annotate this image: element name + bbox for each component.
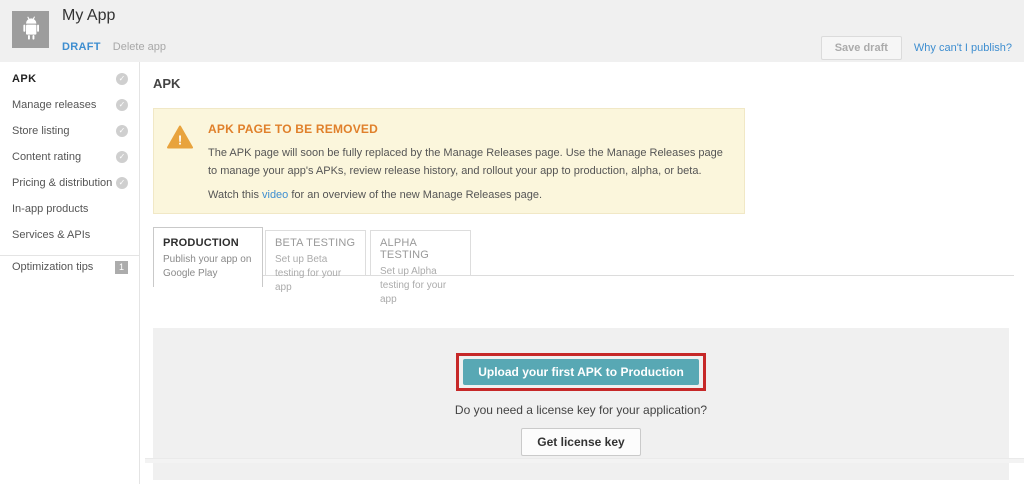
why-cant-i-publish-link[interactable]: Why can't I publish? (914, 42, 1012, 54)
sidebar-item-store-listing[interactable]: Store listing ✓ (0, 118, 139, 144)
draft-status-badge: DRAFT (62, 41, 101, 53)
android-app-icon (12, 11, 49, 48)
tab-production[interactable]: PRODUCTION Publish your app on Google Pl… (153, 227, 263, 287)
sidebar-item-in-app-products[interactable]: In-app products (0, 196, 139, 222)
section-title-apk: APK (153, 76, 1010, 91)
save-draft-button[interactable]: Save draft (821, 36, 902, 60)
check-circle-icon: ✓ (116, 125, 128, 137)
optimization-tips-count-badge: 1 (115, 261, 128, 274)
app-status-row: DRAFT Delete app (62, 41, 166, 53)
android-robot-icon (19, 16, 43, 43)
warning-banner-content: APK PAGE TO BE REMOVED The APK page will… (208, 122, 728, 201)
sidebar-item-apk[interactable]: APK ✓ (0, 66, 139, 92)
check-circle-icon: ✓ (116, 73, 128, 85)
warning-triangle-icon: ! (167, 125, 193, 201)
header-actions: Save draft Why can't I publish? (821, 36, 1012, 60)
warning-banner-link-line: Watch this video for an overview of the … (208, 189, 728, 201)
svg-text:!: ! (178, 133, 182, 148)
warning-banner-body: The APK page will soon be fully replaced… (208, 145, 728, 180)
main-content: APK ! APK PAGE TO BE REMOVED The APK pag… (140, 62, 1024, 484)
warning-banner-title: APK PAGE TO BE REMOVED (208, 122, 728, 136)
release-track-tabs: PRODUCTION Publish your app on Google Pl… (153, 227, 1010, 287)
tab-alpha-testing[interactable]: ALPHA TESTING Set up Alpha testing for y… (370, 230, 471, 276)
content-layout: APK ✓ Manage releases ✓ Store listing ✓ … (0, 62, 1024, 484)
video-link[interactable]: video (262, 189, 288, 201)
get-license-key-button[interactable]: Get license key (521, 428, 640, 456)
page-title-app-name: My App (62, 7, 115, 25)
check-circle-icon: ✓ (116, 151, 128, 163)
check-circle-icon: ✓ (116, 99, 128, 111)
annotation-highlight-box: Upload your first APK to Production (456, 353, 706, 391)
check-circle-icon: ✓ (116, 177, 128, 189)
footer-divider-band (145, 458, 1024, 463)
sidebar-item-services-apis[interactable]: Services & APIs (0, 222, 139, 248)
sidebar-item-manage-releases[interactable]: Manage releases ✓ (0, 92, 139, 118)
sidebar-item-optimization-tips[interactable]: Optimization tips 1 (0, 255, 139, 280)
license-key-question: Do you need a license key for your appli… (455, 403, 707, 417)
upload-first-apk-button[interactable]: Upload your first APK to Production (463, 359, 699, 385)
delete-app-link[interactable]: Delete app (113, 41, 166, 53)
tab-beta-testing[interactable]: BETA TESTING Set up Beta testing for you… (265, 230, 366, 276)
sidebar-nav: APK ✓ Manage releases ✓ Store listing ✓ … (0, 62, 140, 484)
apk-removal-warning-banner: ! APK PAGE TO BE REMOVED The APK page wi… (153, 108, 745, 214)
sidebar-item-pricing-distribution[interactable]: Pricing & distribution ✓ (0, 170, 139, 196)
sidebar-item-content-rating[interactable]: Content rating ✓ (0, 144, 139, 170)
app-header: My App DRAFT Delete app Save draft Why c… (0, 0, 1024, 62)
